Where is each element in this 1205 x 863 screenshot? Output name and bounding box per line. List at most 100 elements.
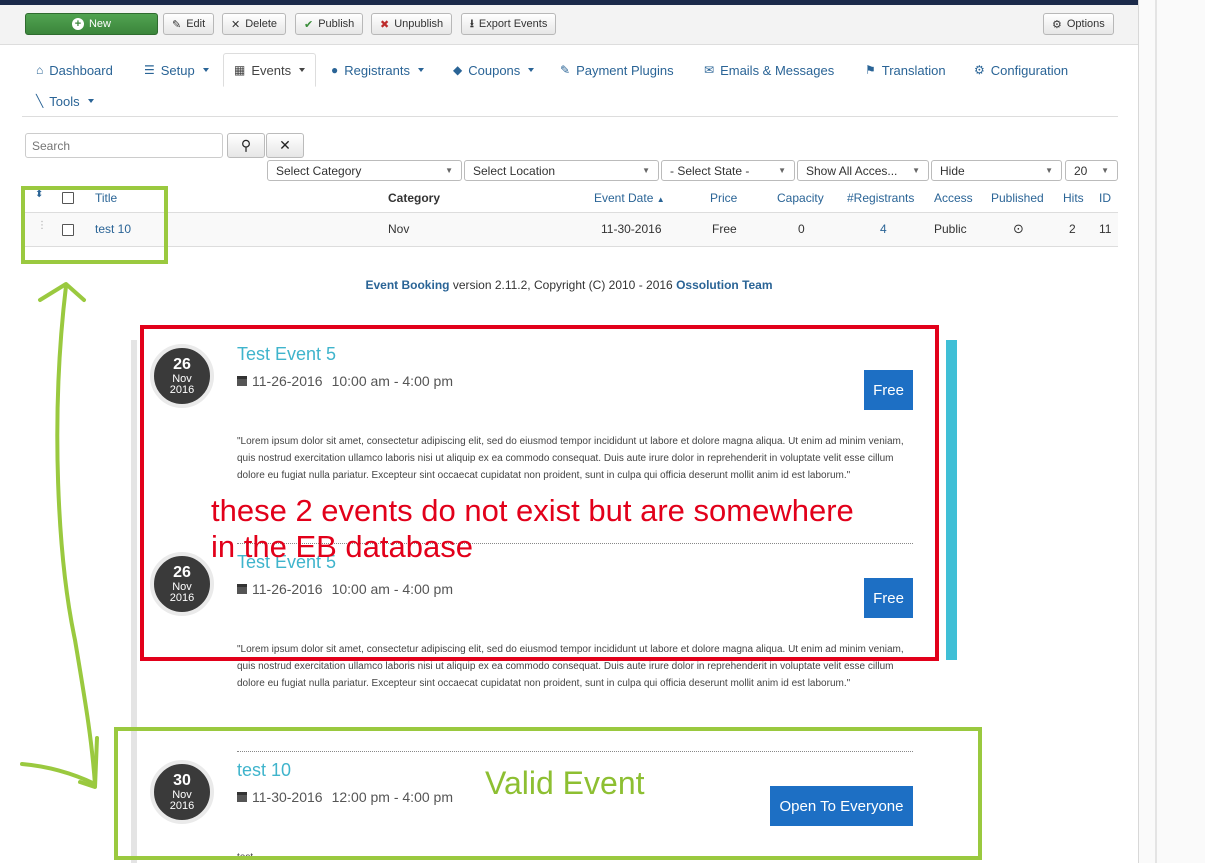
options-button[interactable]: ⚙ Options: [1043, 13, 1114, 35]
caret-down-icon: [87, 99, 94, 103]
row-category: Nov: [388, 222, 410, 236]
user-icon: ●: [331, 63, 339, 77]
edit-button[interactable]: ✎ Edit: [163, 13, 215, 35]
search-button[interactable]: ⚲: [227, 133, 265, 158]
row-hits: 2: [1069, 222, 1076, 236]
company-link[interactable]: Ossolution Team: [676, 278, 772, 292]
publish-button[interactable]: ✔ Publish: [295, 13, 364, 35]
admin-area: + New ✎ Edit ✕ Delete ✔ Publish ✖ Unpubl…: [0, 0, 1138, 863]
unpublish-icon: ✖: [380, 18, 390, 31]
tag-icon: ◆: [453, 63, 463, 77]
export-events-button-label: Export Events: [478, 18, 548, 30]
edit-button-label: Edit: [186, 18, 206, 30]
calendar-icon: ▦: [234, 63, 246, 77]
nav-configuration[interactable]: ⚙ Configuration: [974, 55, 1068, 85]
close-icon: ✕: [279, 137, 291, 153]
nav-coupons[interactable]: ◆ Coupons: [453, 55, 535, 85]
chevron-down-icon: ▼: [445, 166, 453, 175]
nav-coupons-label: Coupons: [468, 62, 521, 78]
green-highlight-box: [21, 186, 168, 264]
panel-scroll-track[interactable]: [1155, 0, 1157, 863]
tools-icon: ╲: [36, 94, 44, 108]
green-annotation-note: Valid Event: [485, 765, 645, 801]
red-annotation-note: these 2 events do not exist but are some…: [211, 493, 854, 565]
gear-icon: ⚙: [1052, 18, 1062, 31]
sort-asc-icon: ▲: [656, 195, 665, 204]
right-side-panel: [1138, 0, 1205, 863]
nav-tools[interactable]: ╲ Tools: [36, 86, 94, 116]
red-note-line-2: in the EB database: [211, 529, 473, 564]
row-event-date: 11-30-2016: [601, 222, 662, 236]
new-button[interactable]: + New: [25, 13, 158, 35]
list-icon: ☰: [144, 63, 155, 77]
nav-registrants[interactable]: ● Registrants: [331, 55, 424, 85]
caret-down-icon: [202, 68, 209, 72]
chevron-down-icon: ▼: [1045, 166, 1053, 175]
col-hits[interactable]: Hits: [1063, 191, 1084, 205]
nav-translation-label: Translation: [881, 62, 946, 78]
col-capacity[interactable]: Capacity: [777, 191, 824, 205]
clear-search-button[interactable]: ✕: [266, 133, 304, 158]
delete-button-label: Delete: [245, 18, 278, 30]
nav-payment-plugins-label: Payment Plugins: [576, 62, 674, 78]
row-price: Free: [712, 222, 737, 236]
wrench-icon: ✎: [560, 63, 571, 77]
category-filter-value: Select Category: [276, 163, 362, 178]
col-id[interactable]: ID: [1099, 191, 1111, 205]
location-filter[interactable]: Select Location ▼: [464, 160, 659, 181]
row-capacity: 0: [798, 222, 805, 236]
col-published[interactable]: Published: [991, 191, 1044, 205]
plus-icon: +: [71, 18, 84, 30]
double-arrow-curve: [55, 284, 97, 787]
nav-payment-plugins[interactable]: ✎ Payment Plugins: [560, 55, 674, 85]
row-id: 11: [1099, 222, 1112, 236]
col-access[interactable]: Access: [934, 191, 973, 205]
caret-down-icon: [528, 68, 535, 72]
new-button-label: New: [88, 18, 111, 30]
row-registrants-link[interactable]: 4: [880, 222, 887, 236]
nav-registrants-label: Registrants: [344, 62, 410, 78]
product-link[interactable]: Event Booking: [365, 278, 449, 292]
nav-emails-messages[interactable]: ✉ Emails & Messages: [704, 55, 834, 85]
delete-button[interactable]: ✕ Delete: [222, 13, 287, 35]
version-text: version 2.11.2, Copyright (C) 2010 - 201…: [449, 278, 677, 292]
nav-translation[interactable]: ⚑ Translation: [865, 55, 946, 85]
table-header: ⬍ Title Category Event Date ▲ Price Capa…: [22, 184, 1118, 213]
teal-accent-bar: [946, 340, 957, 660]
export-events-button[interactable]: ⭳ Export Events: [461, 13, 557, 35]
copyright-footer: Event Booking version 2.11.2, Copyright …: [0, 278, 1138, 292]
search-icon: ⚲: [240, 137, 252, 153]
limit-select-value: 20: [1074, 163, 1088, 178]
limit-select[interactable]: 20 ▼: [1065, 160, 1118, 181]
unpublish-button[interactable]: ✖ Unpublish: [371, 13, 453, 35]
access-filter[interactable]: Show All Acces... ▼: [797, 160, 929, 181]
row-access: Public: [934, 222, 967, 236]
nav-tools-label: Tools: [49, 93, 80, 109]
search-input[interactable]: [25, 133, 223, 158]
arrow-tail-left: [20, 762, 97, 786]
col-event-date[interactable]: Event Date ▲: [594, 191, 665, 205]
arrow-head-down: [78, 736, 99, 789]
col-price[interactable]: Price: [710, 191, 737, 205]
hide-filter[interactable]: Hide ▼: [931, 160, 1062, 181]
nav-events[interactable]: ▦ Events: [223, 53, 317, 87]
main-nav: ⌂ Dashboard ☰ Setup ▦ Events ● Registran…: [22, 50, 1118, 117]
check-icon: ✔: [304, 18, 314, 31]
state-filter-value: - Select State -: [670, 163, 750, 178]
state-filter[interactable]: - Select State - ▼: [661, 160, 795, 181]
location-filter-value: Select Location: [473, 163, 556, 178]
category-filter[interactable]: Select Category ▼: [267, 160, 462, 181]
nav-configuration-label: Configuration: [990, 62, 1069, 78]
nav-setup[interactable]: ☰ Setup: [144, 55, 209, 85]
nav-events-label: Events: [251, 62, 292, 78]
flag-icon: ⚑: [865, 63, 876, 77]
toolbar: + New ✎ Edit ✕ Delete ✔ Publish ✖ Unpubl…: [0, 5, 1138, 45]
col-registrants[interactable]: #Registrants: [847, 191, 914, 205]
edit-icon: ✎: [172, 18, 182, 31]
chevron-down-icon: ▼: [778, 166, 786, 175]
caret-down-icon: [418, 68, 424, 72]
published-status-icon[interactable]: ⊙: [1013, 221, 1024, 237]
nav-dashboard[interactable]: ⌂ Dashboard: [36, 55, 113, 85]
unpublish-button-label: Unpublish: [394, 18, 444, 30]
red-note-line-1: these 2 events do not exist but are some…: [211, 493, 854, 528]
